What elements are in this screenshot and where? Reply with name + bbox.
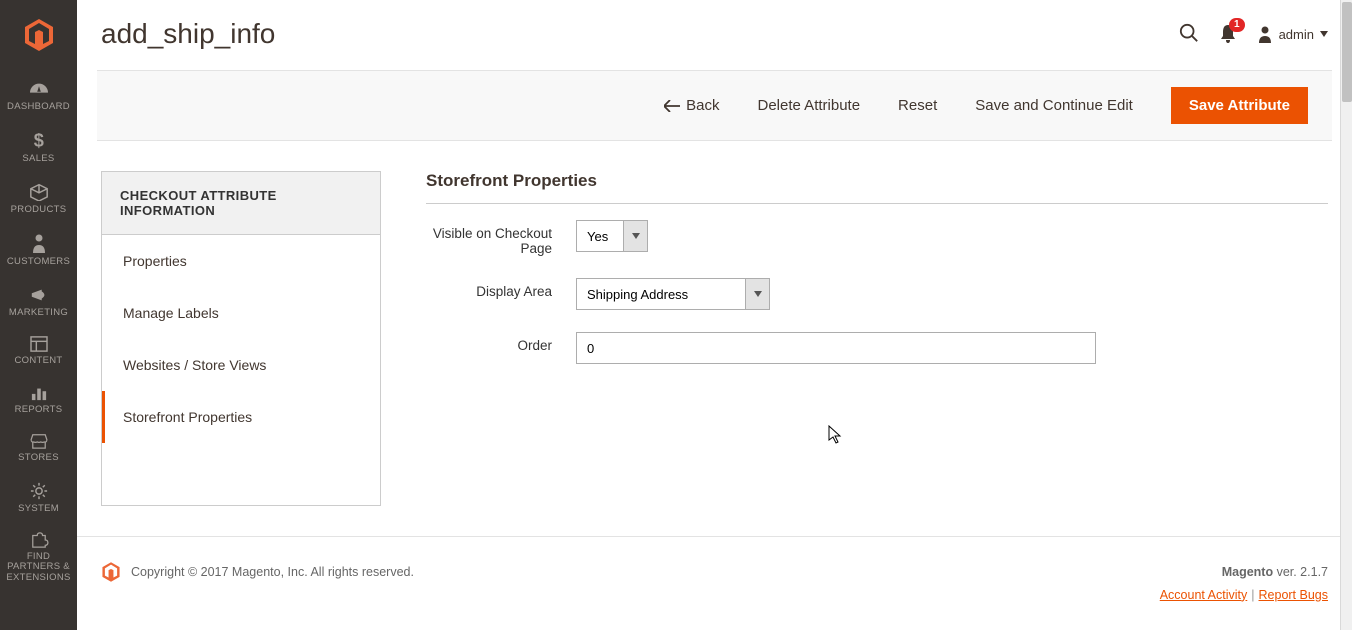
scrollbar-thumb[interactable] xyxy=(1342,2,1352,102)
footer-version: ver. 2.1.7 xyxy=(1273,565,1328,579)
layout-icon xyxy=(30,336,48,352)
attribute-tabs: CHECKOUT ATTRIBUTE INFORMATION Propertie… xyxy=(101,171,381,506)
nav-label: CUSTOMERS xyxy=(7,257,70,267)
user-icon xyxy=(1257,25,1273,43)
nav-customers[interactable]: CUSTOMERS xyxy=(0,223,77,275)
nav-sales[interactable]: $ SALES xyxy=(0,120,77,172)
nav-dashboard[interactable]: DASHBOARD xyxy=(0,70,77,120)
order-input[interactable] xyxy=(576,332,1096,364)
nav-content[interactable]: CONTENT xyxy=(0,326,77,374)
visible-on-checkout-label: Visible on Checkout Page xyxy=(426,220,576,256)
nav-label: REPORTS xyxy=(15,405,63,415)
save-attribute-button[interactable]: Save Attribute xyxy=(1171,87,1308,124)
delete-attribute-button[interactable]: Delete Attribute xyxy=(757,97,860,114)
nav-stores[interactable]: STORES xyxy=(0,423,77,471)
nav-label: STORES xyxy=(18,453,59,463)
admin-name: admin xyxy=(1279,27,1314,42)
nav-label: CONTENT xyxy=(14,356,62,366)
admin-user-menu[interactable]: admin xyxy=(1257,25,1328,43)
nav-system[interactable]: SYSTEM xyxy=(0,472,77,522)
display-area-select[interactable]: Shipping Address xyxy=(576,278,770,310)
arrow-left-icon xyxy=(664,100,680,112)
nav-reports[interactable]: REPORTS xyxy=(0,375,77,423)
page-scrollbar[interactable] xyxy=(1340,0,1352,630)
caret-down-icon xyxy=(623,221,647,251)
account-activity-link[interactable]: Account Activity xyxy=(1160,588,1248,602)
side-nav: DASHBOARD $ SALES PRODUCTS CUSTOMERS MAR… xyxy=(0,0,77,630)
footer-brand: Magento xyxy=(1222,565,1273,579)
caret-down-icon xyxy=(1320,31,1328,37)
gauge-icon xyxy=(28,80,50,98)
form-area: Storefront Properties Visible on Checkou… xyxy=(426,171,1328,506)
puzzle-icon xyxy=(29,532,49,548)
section-title: Storefront Properties xyxy=(426,171,1328,204)
notif-badge: 1 xyxy=(1229,18,1245,32)
magento-logo[interactable] xyxy=(0,0,77,70)
sidepanel-title: CHECKOUT ATTRIBUTE INFORMATION xyxy=(102,172,380,235)
back-button[interactable]: Back xyxy=(664,97,719,114)
dollar-icon: $ xyxy=(31,130,47,150)
tab-storefront-properties[interactable]: Storefront Properties xyxy=(102,391,380,443)
tab-websites[interactable]: Websites / Store Views xyxy=(102,339,380,391)
nav-marketing[interactable]: MARKETING xyxy=(0,276,77,326)
search-icon[interactable] xyxy=(1179,23,1199,46)
visible-on-checkout-select[interactable]: Yes xyxy=(576,220,648,252)
footer: Copyright © 2017 Magento, Inc. All right… xyxy=(77,536,1352,630)
gear-icon xyxy=(30,482,48,500)
box-icon xyxy=(29,183,49,201)
tab-properties[interactable]: Properties xyxy=(102,235,380,287)
reset-button[interactable]: Reset xyxy=(898,97,937,114)
order-label: Order xyxy=(426,332,576,353)
action-toolbar: Back Delete Attribute Reset Save and Con… xyxy=(97,70,1332,141)
nav-label: SYSTEM xyxy=(18,504,59,514)
megaphone-icon xyxy=(29,286,49,304)
tab-manage-labels[interactable]: Manage Labels xyxy=(102,287,380,339)
save-continue-button[interactable]: Save and Continue Edit xyxy=(975,97,1133,114)
nav-label: FIND PARTNERS & EXTENSIONS xyxy=(2,552,75,583)
bars-icon xyxy=(30,385,48,401)
nav-label: PRODUCTS xyxy=(11,205,67,215)
nav-label: MARKETING xyxy=(9,308,68,318)
caret-down-icon xyxy=(745,279,769,309)
magento-logo-icon xyxy=(101,561,121,583)
display-area-label: Display Area xyxy=(426,278,576,299)
nav-partners[interactable]: FIND PARTNERS & EXTENSIONS xyxy=(0,522,77,591)
svg-text:$: $ xyxy=(33,131,43,151)
nav-label: DASHBOARD xyxy=(7,102,70,112)
page-title: add_ship_info xyxy=(101,18,275,50)
person-icon xyxy=(31,233,47,253)
copyright: Copyright © 2017 Magento, Inc. All right… xyxy=(131,565,414,579)
page-header: add_ship_info 1 admin xyxy=(77,0,1352,70)
nav-products[interactable]: PRODUCTS xyxy=(0,173,77,223)
magento-logo-icon xyxy=(23,17,55,53)
nav-label: SALES xyxy=(22,154,54,164)
report-bugs-link[interactable]: Report Bugs xyxy=(1259,588,1328,602)
store-icon xyxy=(29,433,49,449)
notifications-button[interactable]: 1 xyxy=(1219,23,1237,46)
